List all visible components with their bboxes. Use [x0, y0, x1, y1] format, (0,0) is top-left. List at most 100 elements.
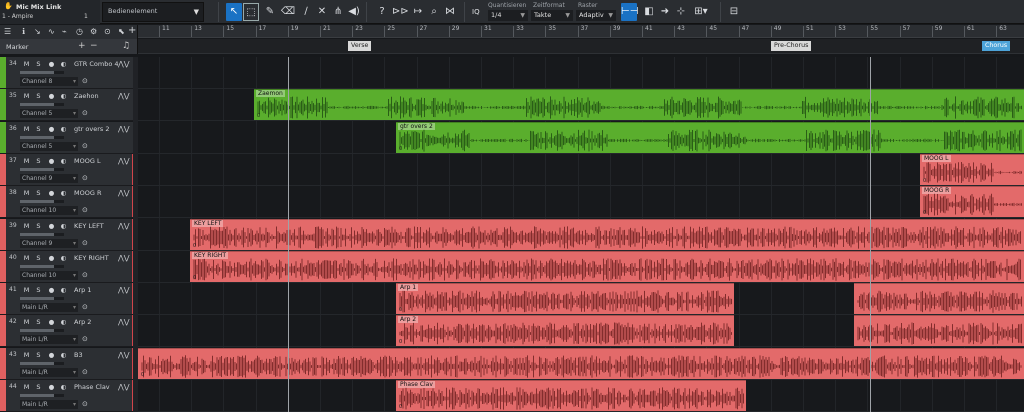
monitor-button[interactable]: ◐	[59, 156, 68, 166]
track-header[interactable]: 40 M S ● ◐ KEY RIGHT ⋀⋁ Channel 10 ▾ ⊙	[0, 250, 134, 283]
waveform-icon[interactable]: ⋀⋁	[118, 383, 129, 391]
audio-clip[interactable]: Arp 2 0	[396, 315, 734, 347]
settings-icon[interactable]: ⚙	[90, 27, 97, 36]
automation-icon[interactable]: ↘	[34, 27, 41, 36]
track-name[interactable]: gtr overs 2	[74, 125, 110, 133]
track-lane[interactable]	[138, 186, 1024, 219]
clock-icon[interactable]: ◷	[76, 27, 83, 36]
track-header[interactable]: 39 M S ● ◐ KEY LEFT ⋀⋁ Channel 9 ▾ ⊙	[0, 218, 134, 251]
mute-button[interactable]: M	[22, 350, 31, 360]
mute-button[interactable]: M	[22, 221, 31, 231]
pencil-tool-icon[interactable]: ✎	[262, 3, 278, 21]
record-button[interactable]: ●	[47, 124, 56, 134]
locator-line[interactable]	[870, 57, 871, 412]
channel-select[interactable]: Main L/R ▾	[20, 400, 78, 409]
arrange-view[interactable]: Zaemon 0 gtr overs 2 0 MOOG L 0 MOOG R 0 KEY LEF…	[138, 57, 1024, 412]
track-name[interactable]: KEY LEFT	[74, 222, 104, 230]
record-button[interactable]: ●	[47, 221, 56, 231]
track-name[interactable]: Zaehon	[74, 92, 99, 100]
monitor-button[interactable]: ◐	[59, 317, 68, 327]
channel-select[interactable]: Channel 10 ▾	[20, 270, 78, 280]
volume-fader[interactable]	[20, 103, 64, 107]
volume-fader[interactable]	[20, 361, 64, 365]
record-icon[interactable]: ⊙	[104, 27, 111, 36]
channel-select[interactable]: Channel 5 ▾	[20, 109, 78, 119]
arrow-tool-icon[interactable]: ↖	[226, 3, 242, 21]
input-monitor-icon[interactable]: ⊙	[82, 335, 88, 343]
channel-select[interactable]: Channel 5 ▾	[20, 141, 78, 151]
locate-start-icon[interactable]: ◧	[641, 3, 657, 21]
monitor-button[interactable]: ◐	[59, 350, 68, 360]
track-header[interactable]: 35 M S ● ◐ Zaehon ⋀⋁ Channel 5 ▾ ⊙	[0, 89, 133, 122]
audio-clip[interactable]: Zaemon 0	[254, 89, 1024, 121]
monitor-button[interactable]: ◐	[59, 59, 68, 69]
snap-icon[interactable]: ⋈	[442, 3, 458, 21]
track-name[interactable]: Arp 1	[74, 286, 91, 294]
device-panel[interactable]: ✋ Mic Mix Link 1 - Ampire 1	[0, 0, 100, 24]
solo-button[interactable]: S	[34, 253, 43, 263]
record-button[interactable]: ●	[47, 156, 56, 166]
scroll-icon[interactable]: ↦	[410, 3, 426, 21]
split-cursor-icon[interactable]: ⊹	[673, 3, 689, 21]
volume-fader[interactable]	[20, 167, 64, 171]
audio-clip[interactable]	[854, 315, 1024, 347]
control-selector[interactable]: Bedienelement ▼	[102, 2, 204, 22]
timeline-ruler[interactable]: 11 13 15 17 19 21 23 25 27 29 31 33 35 37 39 41 43 45 47 49…	[138, 25, 1024, 38]
channel-select[interactable]: Channel 8 ▾	[20, 77, 78, 86]
track-header[interactable]: 44 M S ● ◐ Phase Clav ⋀⋁ Main L/R ▾ ⊙	[0, 380, 134, 412]
waveform-icon[interactable]: ⋀⋁	[118, 222, 129, 230]
waveform-icon[interactable]: ⋀⋁	[118, 189, 129, 197]
monitor-button[interactable]: ◐	[59, 285, 68, 295]
input-monitor-icon[interactable]: ⊙	[82, 142, 88, 150]
monitor-button[interactable]: ◐	[59, 382, 68, 392]
input-monitor-icon[interactable]: ⊙	[82, 239, 88, 247]
solo-button[interactable]: S	[34, 350, 43, 360]
track-name[interactable]: Arp 2	[74, 318, 91, 326]
info-icon[interactable]: ℹ	[22, 27, 25, 36]
input-monitor-icon[interactable]: ⊙	[82, 77, 88, 85]
quantize-select[interactable]: 1/4 ▼	[488, 10, 528, 21]
mute-button[interactable]: M	[22, 59, 31, 69]
waveform-icon[interactable]: ⋀⋁	[118, 125, 129, 133]
timecode-icon[interactable]: ⊟	[726, 3, 742, 21]
volume-fader[interactable]	[20, 200, 64, 204]
mute-button[interactable]: M	[22, 317, 31, 327]
add-track-icon[interactable]: +	[128, 25, 136, 36]
track-header[interactable]: 34 M S ● ◐ GTR Combo 4 ⋀⋁ Channel 8 ▾ ⊙	[0, 57, 133, 89]
track-lane[interactable]	[138, 154, 1024, 186]
solo-button[interactable]: S	[34, 188, 43, 198]
record-button[interactable]: ●	[47, 91, 56, 101]
split-tool-icon[interactable]: ⋔	[330, 3, 346, 21]
channel-select[interactable]: Channel 9 ▾	[20, 238, 78, 248]
monitor-button[interactable]: ◐	[59, 253, 68, 263]
mute-button[interactable]: M	[22, 382, 31, 392]
music-note-icon[interactable]: ♫	[122, 41, 130, 51]
audio-clip[interactable]: KEY LEFT 0	[190, 218, 1024, 250]
track-lane[interactable]	[138, 57, 1024, 89]
channel-select[interactable]: Main L/R ▾	[20, 303, 78, 313]
track-name[interactable]: MOOG R	[74, 189, 101, 197]
locator-line[interactable]	[288, 57, 289, 412]
solo-button[interactable]: S	[34, 285, 43, 295]
timeformat-select[interactable]: Takte ▼	[531, 10, 573, 21]
volume-fader[interactable]	[20, 232, 64, 236]
mute-tool-icon[interactable]: ✕	[314, 3, 330, 21]
track-name[interactable]: B3	[74, 351, 83, 359]
menu-icon[interactable]: ☰	[4, 27, 11, 36]
record-button[interactable]: ●	[47, 350, 56, 360]
marker-track-header[interactable]: Marker + − ♫	[0, 39, 138, 54]
mute-button[interactable]: M	[22, 253, 31, 263]
mute-button[interactable]: M	[22, 285, 31, 295]
audio-clip[interactable]: 0	[138, 347, 1024, 379]
audio-clip[interactable]	[854, 283, 1024, 315]
solo-button[interactable]: S	[34, 59, 43, 69]
monitor-button[interactable]: ◐	[59, 188, 68, 198]
channel-select[interactable]: Channel 10 ▾	[20, 206, 78, 216]
grid-view-icon[interactable]: ⊞▾	[693, 3, 709, 21]
volume-fader[interactable]	[20, 264, 64, 268]
solo-button[interactable]: S	[34, 124, 43, 134]
solo-button[interactable]: S	[34, 156, 43, 166]
help-icon[interactable]: ?	[374, 3, 390, 21]
channel-select[interactable]: Channel 9 ▾	[20, 173, 78, 183]
audio-clip[interactable]: MOOG L 0	[920, 153, 1024, 185]
